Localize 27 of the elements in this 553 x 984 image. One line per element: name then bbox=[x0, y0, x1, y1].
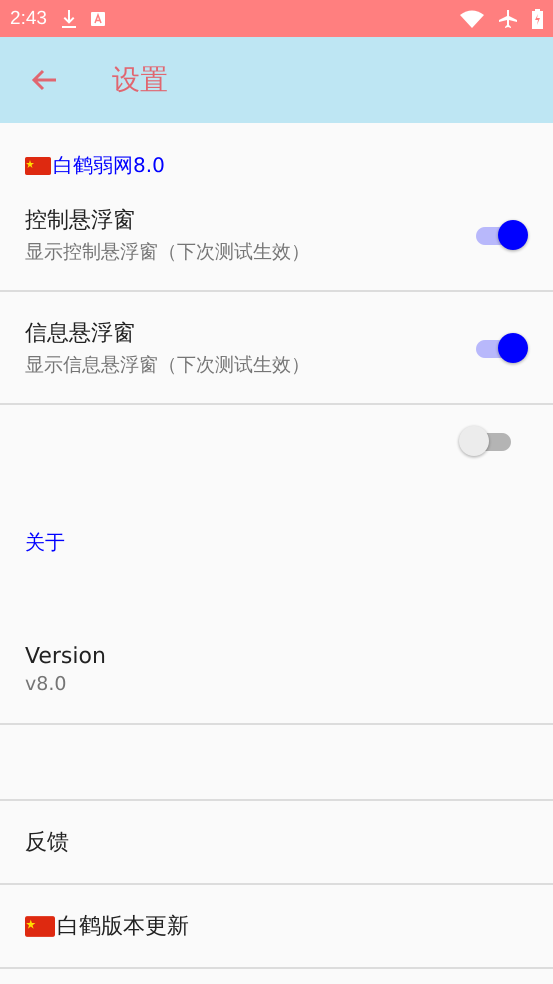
flag-icon bbox=[25, 916, 55, 936]
settings-row[interactable]: 控制悬浮窗 显示控制悬浮窗（下次测试生效） bbox=[0, 179, 553, 292]
toggle-switch[interactable] bbox=[474, 332, 528, 364]
row-summary: 显示信息悬浮窗（下次测试生效） bbox=[25, 352, 311, 378]
toggle-switch[interactable] bbox=[459, 425, 513, 457]
row-title: 反馈 bbox=[25, 829, 69, 857]
row-title: 白鹤版本更新 bbox=[25, 911, 189, 941]
page-title: 设置 bbox=[112, 62, 168, 98]
flag-icon bbox=[25, 156, 51, 174]
settings-row[interactable]: 白鹤版本更新 bbox=[0, 885, 553, 969]
category-header: 关于 bbox=[25, 528, 65, 556]
category-header: 白鹤弱网8.0 bbox=[25, 152, 165, 179]
settings-row[interactable]: 反馈 bbox=[0, 801, 553, 885]
wifi-icon bbox=[460, 10, 484, 28]
status-time: 2:43 bbox=[10, 8, 47, 30]
airplane-icon bbox=[498, 8, 518, 28]
back-arrow-icon[interactable] bbox=[30, 68, 58, 92]
keyboard-icon bbox=[90, 12, 105, 26]
row-summary: v8.0 bbox=[25, 673, 68, 695]
toggle-switch[interactable] bbox=[474, 218, 528, 250]
row-title: 控制悬浮窗 bbox=[25, 206, 136, 234]
row-title: 信息悬浮窗 bbox=[25, 320, 136, 348]
row-title: Version bbox=[25, 644, 107, 669]
settings-row[interactable]: 信息悬浮窗 显示信息悬浮窗（下次测试生效） bbox=[0, 292, 553, 405]
row-summary: 显示控制悬浮窗（下次测试生效） bbox=[25, 240, 311, 264]
download-icon bbox=[60, 8, 77, 28]
battery-icon bbox=[532, 8, 543, 28]
